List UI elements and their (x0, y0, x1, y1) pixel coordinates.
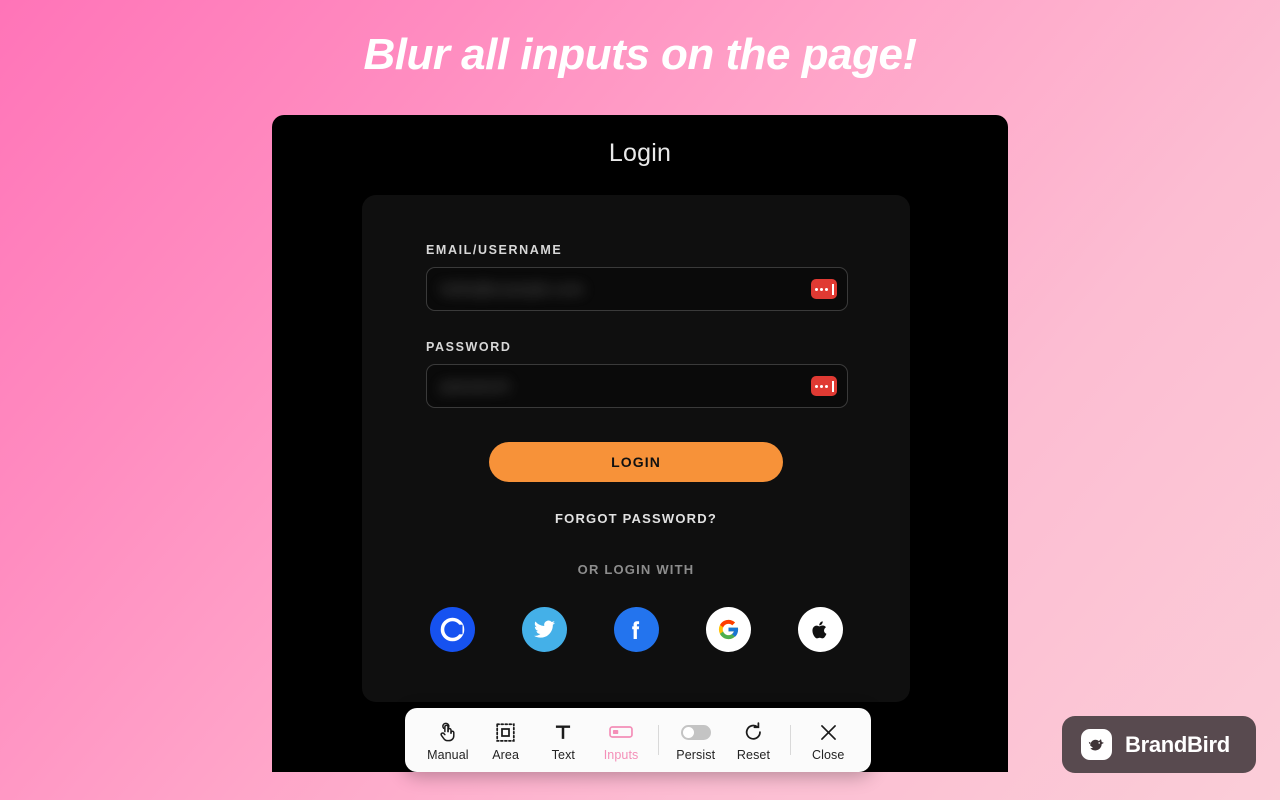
brandbird-label: BrandBird (1125, 731, 1230, 757)
email-input-value: hello@example.com (441, 280, 584, 298)
social-login-coinbase[interactable] (429, 607, 475, 652)
email-field-group: EMAIL/USERNAME hello@example.com (426, 243, 848, 311)
social-login-apple[interactable] (797, 607, 843, 652)
tool-close[interactable]: Close (799, 718, 857, 762)
tool-persist[interactable]: Persist (667, 718, 725, 762)
login-card: EMAIL/USERNAME hello@example.com PASSWOR… (362, 195, 910, 702)
close-x-icon (818, 720, 839, 744)
password-dots-badge-icon[interactable] (811, 376, 837, 396)
toolbar-divider (657, 725, 659, 755)
social-login-google[interactable] (705, 607, 751, 652)
toolbar-divider (790, 725, 792, 755)
tool-manual[interactable]: Manual (419, 718, 477, 762)
input-field-icon (609, 720, 633, 744)
social-login-facebook[interactable] (613, 607, 659, 652)
password-input-value: password (441, 377, 509, 395)
tool-reset-label: Reset (736, 748, 771, 762)
google-icon (718, 619, 738, 640)
coinbase-icon (440, 617, 464, 642)
email-input[interactable]: hello@example.com (426, 267, 848, 311)
dotted-selection-icon (495, 720, 516, 744)
apple-icon (812, 620, 827, 638)
password-label: PASSWORD (426, 340, 512, 354)
tool-text[interactable]: Text (534, 718, 592, 762)
page-title: Blur all inputs on the page! (363, 30, 917, 79)
password-dots-badge-icon[interactable] (811, 279, 837, 299)
login-button[interactable]: LOGIN (489, 442, 783, 482)
password-field-group: PASSWORD password (426, 340, 848, 408)
brandbird-watermark[interactable]: BrandBird (1062, 716, 1256, 773)
hand-tap-icon (437, 720, 458, 744)
social-login-twitter[interactable] (521, 607, 567, 652)
refresh-circular-arrow-icon (743, 720, 764, 744)
tool-close-label: Close (811, 748, 845, 762)
toggle-switch-icon[interactable] (680, 720, 711, 744)
tool-area-label: Area (492, 748, 519, 762)
tool-text-label: Text (551, 748, 575, 762)
tool-persist-label: Persist (676, 748, 716, 762)
tool-reset[interactable]: Reset (725, 718, 783, 762)
facebook-icon (632, 620, 640, 639)
email-label: EMAIL/USERNAME (426, 243, 563, 257)
blur-toolbar: Manual Area Text Inputs Persist Reset Cl… (405, 708, 871, 772)
twitter-icon (533, 620, 555, 638)
or-login-with-label: OR LOGIN WITH (577, 562, 695, 577)
password-input[interactable]: password (426, 364, 848, 408)
forgot-password-link[interactable]: FORGOT PASSWORD? (362, 511, 910, 526)
tool-inputs-label: Inputs (603, 748, 639, 762)
brandbird-logo-icon (1081, 729, 1112, 760)
tool-inputs[interactable]: Inputs (592, 718, 650, 762)
app-window: Login EMAIL/USERNAME hello@example.com P… (272, 115, 1008, 772)
screenshot-stage: Blur all inputs on the page! Login EMAIL… (0, 0, 1280, 800)
text-t-icon (553, 720, 573, 744)
login-heading: Login (608, 139, 672, 167)
social-login-row (362, 607, 910, 652)
tool-area[interactable]: Area (477, 718, 535, 762)
tool-manual-label: Manual (427, 748, 469, 762)
